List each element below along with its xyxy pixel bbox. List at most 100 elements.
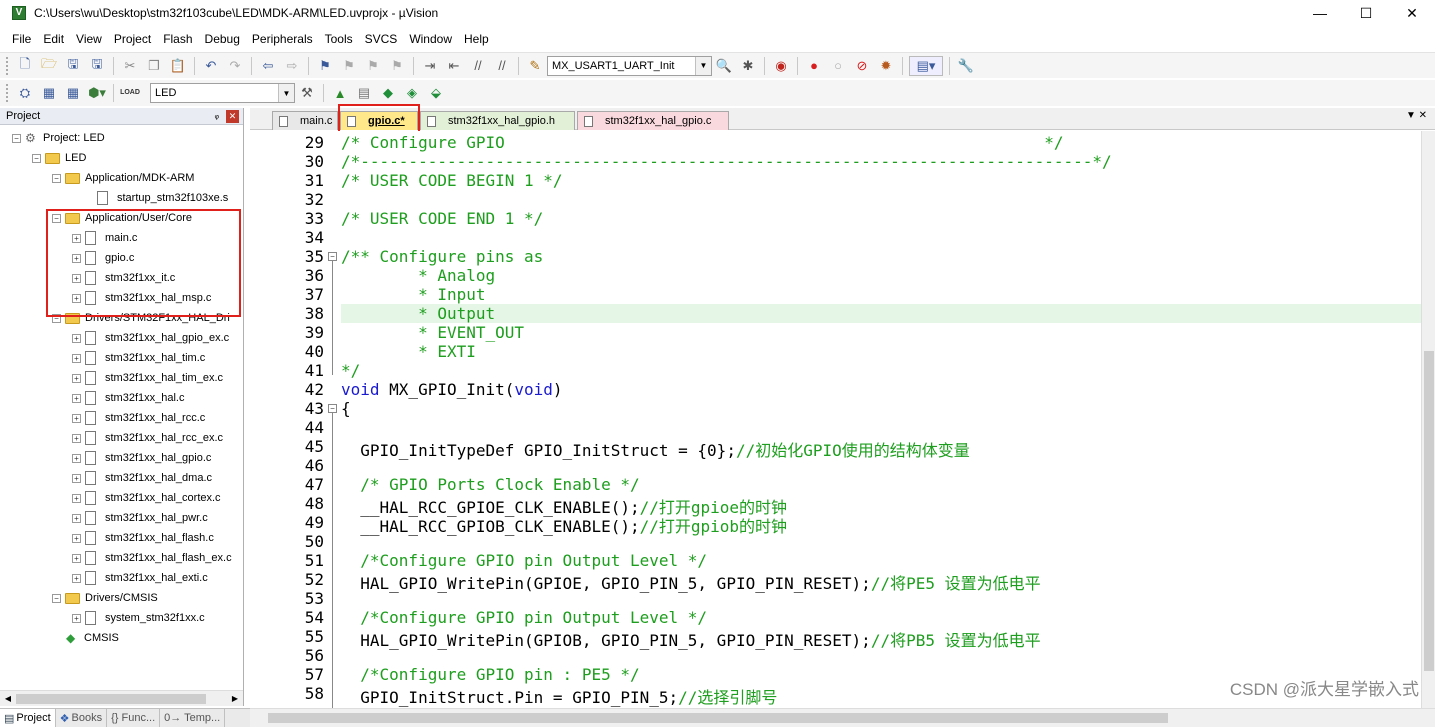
tree-node-group[interactable]: − Drivers/CMSIS	[52, 588, 158, 608]
code-line[interactable]: * Input	[341, 285, 485, 304]
collapse-icon[interactable]: −	[52, 173, 61, 183]
tab-project[interactable]: ▤ Project	[0, 709, 56, 727]
code-line[interactable]: /* USER CODE BEGIN 1 */	[341, 171, 563, 190]
code-line[interactable]: /* Configure GPIO */	[341, 133, 1063, 152]
window-layout-icon[interactable]: ▤▾	[909, 55, 943, 76]
collapse-icon[interactable]: −	[12, 133, 21, 143]
menu-help[interactable]: Help	[458, 32, 495, 46]
project-hscrollbar[interactable]: ◀ ▶	[0, 690, 243, 706]
collapse-icon[interactable]: −	[52, 593, 61, 603]
tree-node-file[interactable]: + stm32f1xx_hal.c	[72, 388, 184, 408]
open-folder-icon[interactable]: 🗁	[39, 56, 59, 76]
code-line[interactable]: GPIO_InitStruct.Pin = GPIO_PIN_5;//选择引脚号	[341, 684, 777, 708]
expand-icon[interactable]: +	[72, 573, 81, 583]
comment-icon[interactable]: //	[468, 56, 488, 76]
code-line[interactable]: void MX_GPIO_Init(void)	[341, 380, 563, 399]
code-line[interactable]: /* USER CODE END 1 */	[341, 209, 543, 228]
tab-hal-gpio-c[interactable]: stm32f1xx_hal_gpio.c	[577, 111, 729, 130]
tree-node-group[interactable]: − Application/MDK-ARM	[52, 168, 194, 188]
scroll-thumb[interactable]	[16, 694, 206, 704]
expand-icon[interactable]: +	[72, 473, 81, 483]
indent-icon[interactable]: ⇥	[420, 56, 440, 76]
menu-window[interactable]: Window	[403, 32, 458, 46]
undo-icon[interactable]: ↶	[201, 56, 221, 76]
breakpoint-disable-icon[interactable]: ○	[828, 56, 848, 76]
paste-icon[interactable]: 📋	[168, 56, 188, 76]
tree-node-file[interactable]: + stm32f1xx_hal_rcc_ex.c	[72, 428, 223, 448]
close-button[interactable]: ✕	[1389, 0, 1435, 26]
fold-toggle-icon[interactable]: −	[328, 404, 337, 413]
code-line[interactable]: /*Configure GPIO pin Output Level */	[341, 551, 707, 570]
code-line[interactable]: /*--------------------------------------…	[341, 152, 1112, 171]
breakpoint-kill-all-icon[interactable]: ✹	[876, 56, 896, 76]
tree-node-file[interactable]: + stm32f1xx_hal_gpio.c	[72, 448, 211, 468]
tree-node-project[interactable]: − ⚙ Project: LED	[12, 128, 105, 148]
expand-icon[interactable]: +	[72, 333, 81, 343]
scroll-thumb[interactable]	[1424, 351, 1434, 671]
manage-rte-icon[interactable]: ⬙	[426, 83, 446, 103]
panel-close-icon[interactable]: ✕	[226, 110, 239, 123]
menu-tools[interactable]: Tools	[319, 32, 359, 46]
redo-icon[interactable]: ↷	[225, 56, 245, 76]
scroll-left-icon[interactable]: ◀	[0, 691, 16, 707]
toolbar-grip[interactable]	[6, 56, 10, 75]
download-load-icon[interactable]: LOAD	[120, 83, 140, 103]
find-in-files-icon[interactable]: ✎	[525, 56, 545, 76]
expand-icon[interactable]: +	[72, 413, 81, 423]
menu-file[interactable]: File	[6, 32, 37, 46]
menu-flash[interactable]: Flash	[157, 32, 198, 46]
expand-icon[interactable]: +	[72, 533, 81, 543]
code-line[interactable]: * EXTI	[341, 342, 476, 361]
tree-node-file[interactable]: + stm32f1xx_hal_tim.c	[72, 348, 205, 368]
expand-icon[interactable]: +	[72, 553, 81, 563]
breakpoint-icon[interactable]: ●	[804, 56, 824, 76]
scroll-thumb[interactable]	[268, 713, 1168, 723]
code-line[interactable]: /*Configure GPIO pin Output Level */	[341, 608, 707, 627]
code-line[interactable]: * Analog	[341, 266, 495, 285]
code-editor[interactable]: CSDN @派大星学嵌入式 29 /* Configure GPIO */ 30 /*…	[250, 131, 1435, 708]
code-line[interactable]: HAL_GPIO_WritePin(GPIOB, GPIO_PIN_5, GPI…	[341, 627, 1040, 651]
editor-hscrollbar[interactable]	[250, 708, 1435, 727]
expand-icon[interactable]: +	[72, 393, 81, 403]
expand-icon[interactable]: +	[72, 513, 81, 523]
tab-books[interactable]: ❖ Books	[56, 709, 108, 727]
tree-node-component[interactable]: ◆ CMSIS	[66, 628, 119, 648]
expand-icon[interactable]: +	[72, 373, 81, 383]
code-line[interactable]: /** Configure pins as	[341, 247, 543, 266]
breakpoint-kill-icon[interactable]: ⊘	[852, 56, 872, 76]
expand-icon[interactable]: +	[72, 433, 81, 443]
save-icon[interactable]: 🖫	[63, 56, 83, 76]
code-line[interactable]: /*Configure GPIO pin : PE5 */	[341, 665, 639, 684]
translate-icon[interactable]: ⛭	[15, 83, 35, 103]
copy-icon[interactable]: ❐	[144, 56, 164, 76]
bookmark-next-icon[interactable]: ⚑	[363, 56, 383, 76]
cut-icon[interactable]: ✂	[120, 56, 140, 76]
function-combo[interactable]: MX_USART1_UART_Init ▼	[547, 55, 712, 76]
fold-toggle-icon[interactable]: −	[328, 252, 337, 261]
pack-installer-icon[interactable]: ◆	[378, 83, 398, 103]
tree-node-file[interactable]: + system_stm32f1xx.c	[72, 608, 205, 628]
tree-node-target[interactable]: − LED	[32, 148, 86, 168]
uncomment-icon[interactable]: //	[492, 56, 512, 76]
menu-view[interactable]: View	[70, 32, 108, 46]
minimize-button[interactable]: —	[1297, 0, 1343, 26]
target-combo[interactable]: LED ▼	[150, 83, 295, 103]
incremental-find-icon[interactable]: ✱	[738, 56, 758, 76]
build-icon[interactable]: ▦	[39, 83, 59, 103]
tree-node-file[interactable]: + stm32f1xx_hal_exti.c	[72, 568, 208, 588]
bookmark-clear-icon[interactable]: ⚑	[387, 56, 407, 76]
editor-vscrollbar[interactable]	[1421, 131, 1435, 708]
tree-node-file[interactable]: + stm32f1xx_hal_cortex.c	[72, 488, 221, 508]
menu-svcs[interactable]: SVCS	[359, 32, 404, 46]
tree-node-file[interactable]: + stm32f1xx_hal_flash.c	[72, 528, 214, 548]
code-line[interactable]: * Output	[341, 304, 495, 323]
code-line[interactable]: GPIO_InitTypeDef GPIO_InitStruct = {0};/…	[341, 437, 970, 461]
tab-functions[interactable]: {} Func...	[107, 709, 161, 727]
menu-edit[interactable]: Edit	[37, 32, 70, 46]
bookmark-prev-icon[interactable]: ⚑	[339, 56, 359, 76]
expand-icon[interactable]: +	[72, 353, 81, 363]
code-line[interactable]: */	[341, 361, 360, 380]
menu-project[interactable]: Project	[108, 32, 157, 46]
tree-node-file[interactable]: + stm32f1xx_hal_tim_ex.c	[72, 368, 223, 388]
manage-project-items-icon[interactable]: ▲	[330, 83, 350, 103]
